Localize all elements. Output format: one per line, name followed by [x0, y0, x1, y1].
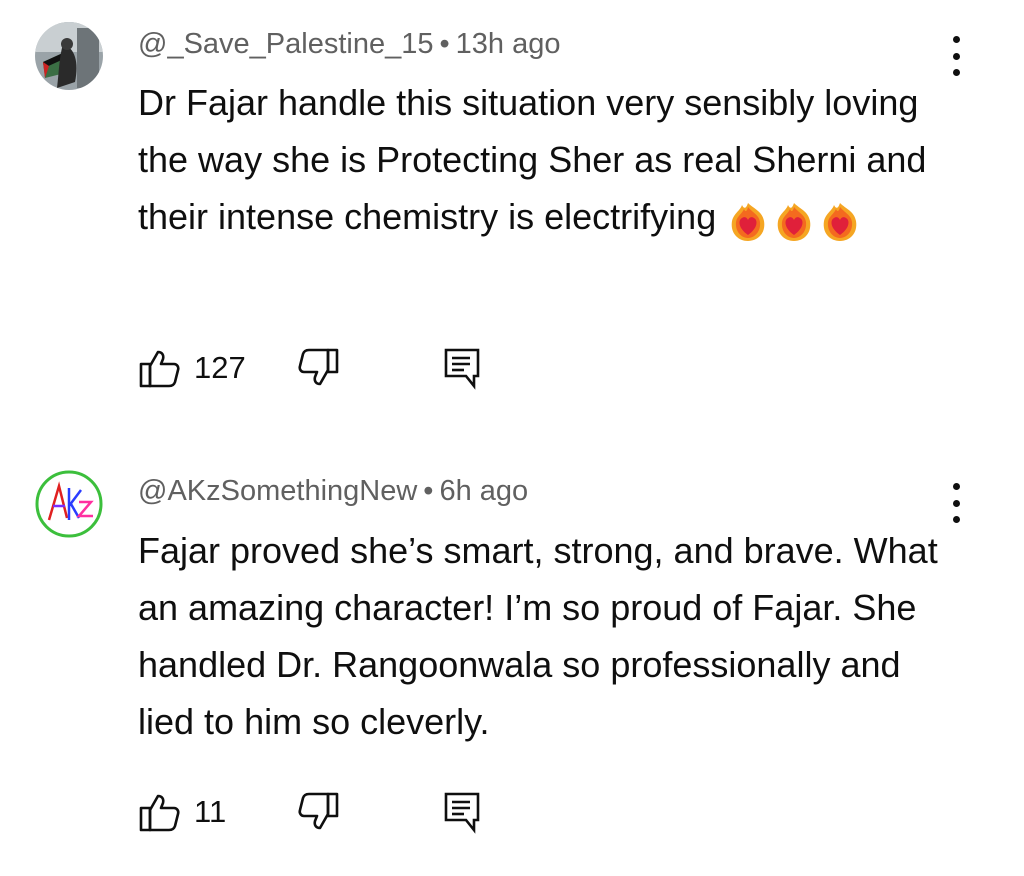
- author-name[interactable]: @_Save_Palestine_15: [138, 28, 433, 60]
- comment-meta: @_Save_Palestine_15 • 13h ago: [138, 28, 560, 61]
- comment-text: Dr Fajar handle this situation very sens…: [138, 74, 938, 248]
- like-count: 127: [194, 350, 246, 385]
- comment-text: Fajar proved she’s smart, strong, and br…: [138, 522, 938, 750]
- thumb-up-icon[interactable]: [138, 346, 182, 390]
- heart-on-fire-emojis: [728, 191, 866, 248]
- heart-on-fire-icon: [731, 203, 765, 242]
- more-vertical-icon[interactable]: [944, 483, 968, 523]
- thumb-up-icon[interactable]: [138, 790, 182, 834]
- meta-separator: •: [423, 475, 434, 507]
- comment-meta: @AKzSomethingNew • 6h ago: [138, 475, 528, 508]
- comment-body: Fajar proved she’s smart, strong, and br…: [138, 530, 938, 742]
- comment-time: 6h ago: [439, 475, 529, 507]
- reply-icon[interactable]: [440, 790, 484, 834]
- author-name[interactable]: @AKzSomethingNew: [138, 475, 417, 507]
- thumb-down-icon[interactable]: [296, 790, 340, 834]
- reply-icon[interactable]: [440, 346, 484, 390]
- flag-avatar-icon[interactable]: [35, 22, 103, 90]
- akz-logo-avatar-icon[interactable]: [35, 470, 103, 538]
- heart-on-fire-icon: [823, 203, 857, 242]
- meta-separator: •: [439, 28, 450, 60]
- thumb-down-icon[interactable]: [296, 346, 340, 390]
- heart-on-fire-icon: [777, 203, 811, 242]
- more-vertical-icon[interactable]: [944, 36, 968, 76]
- like-count: 11: [194, 794, 227, 829]
- comment-time: 13h ago: [455, 28, 561, 60]
